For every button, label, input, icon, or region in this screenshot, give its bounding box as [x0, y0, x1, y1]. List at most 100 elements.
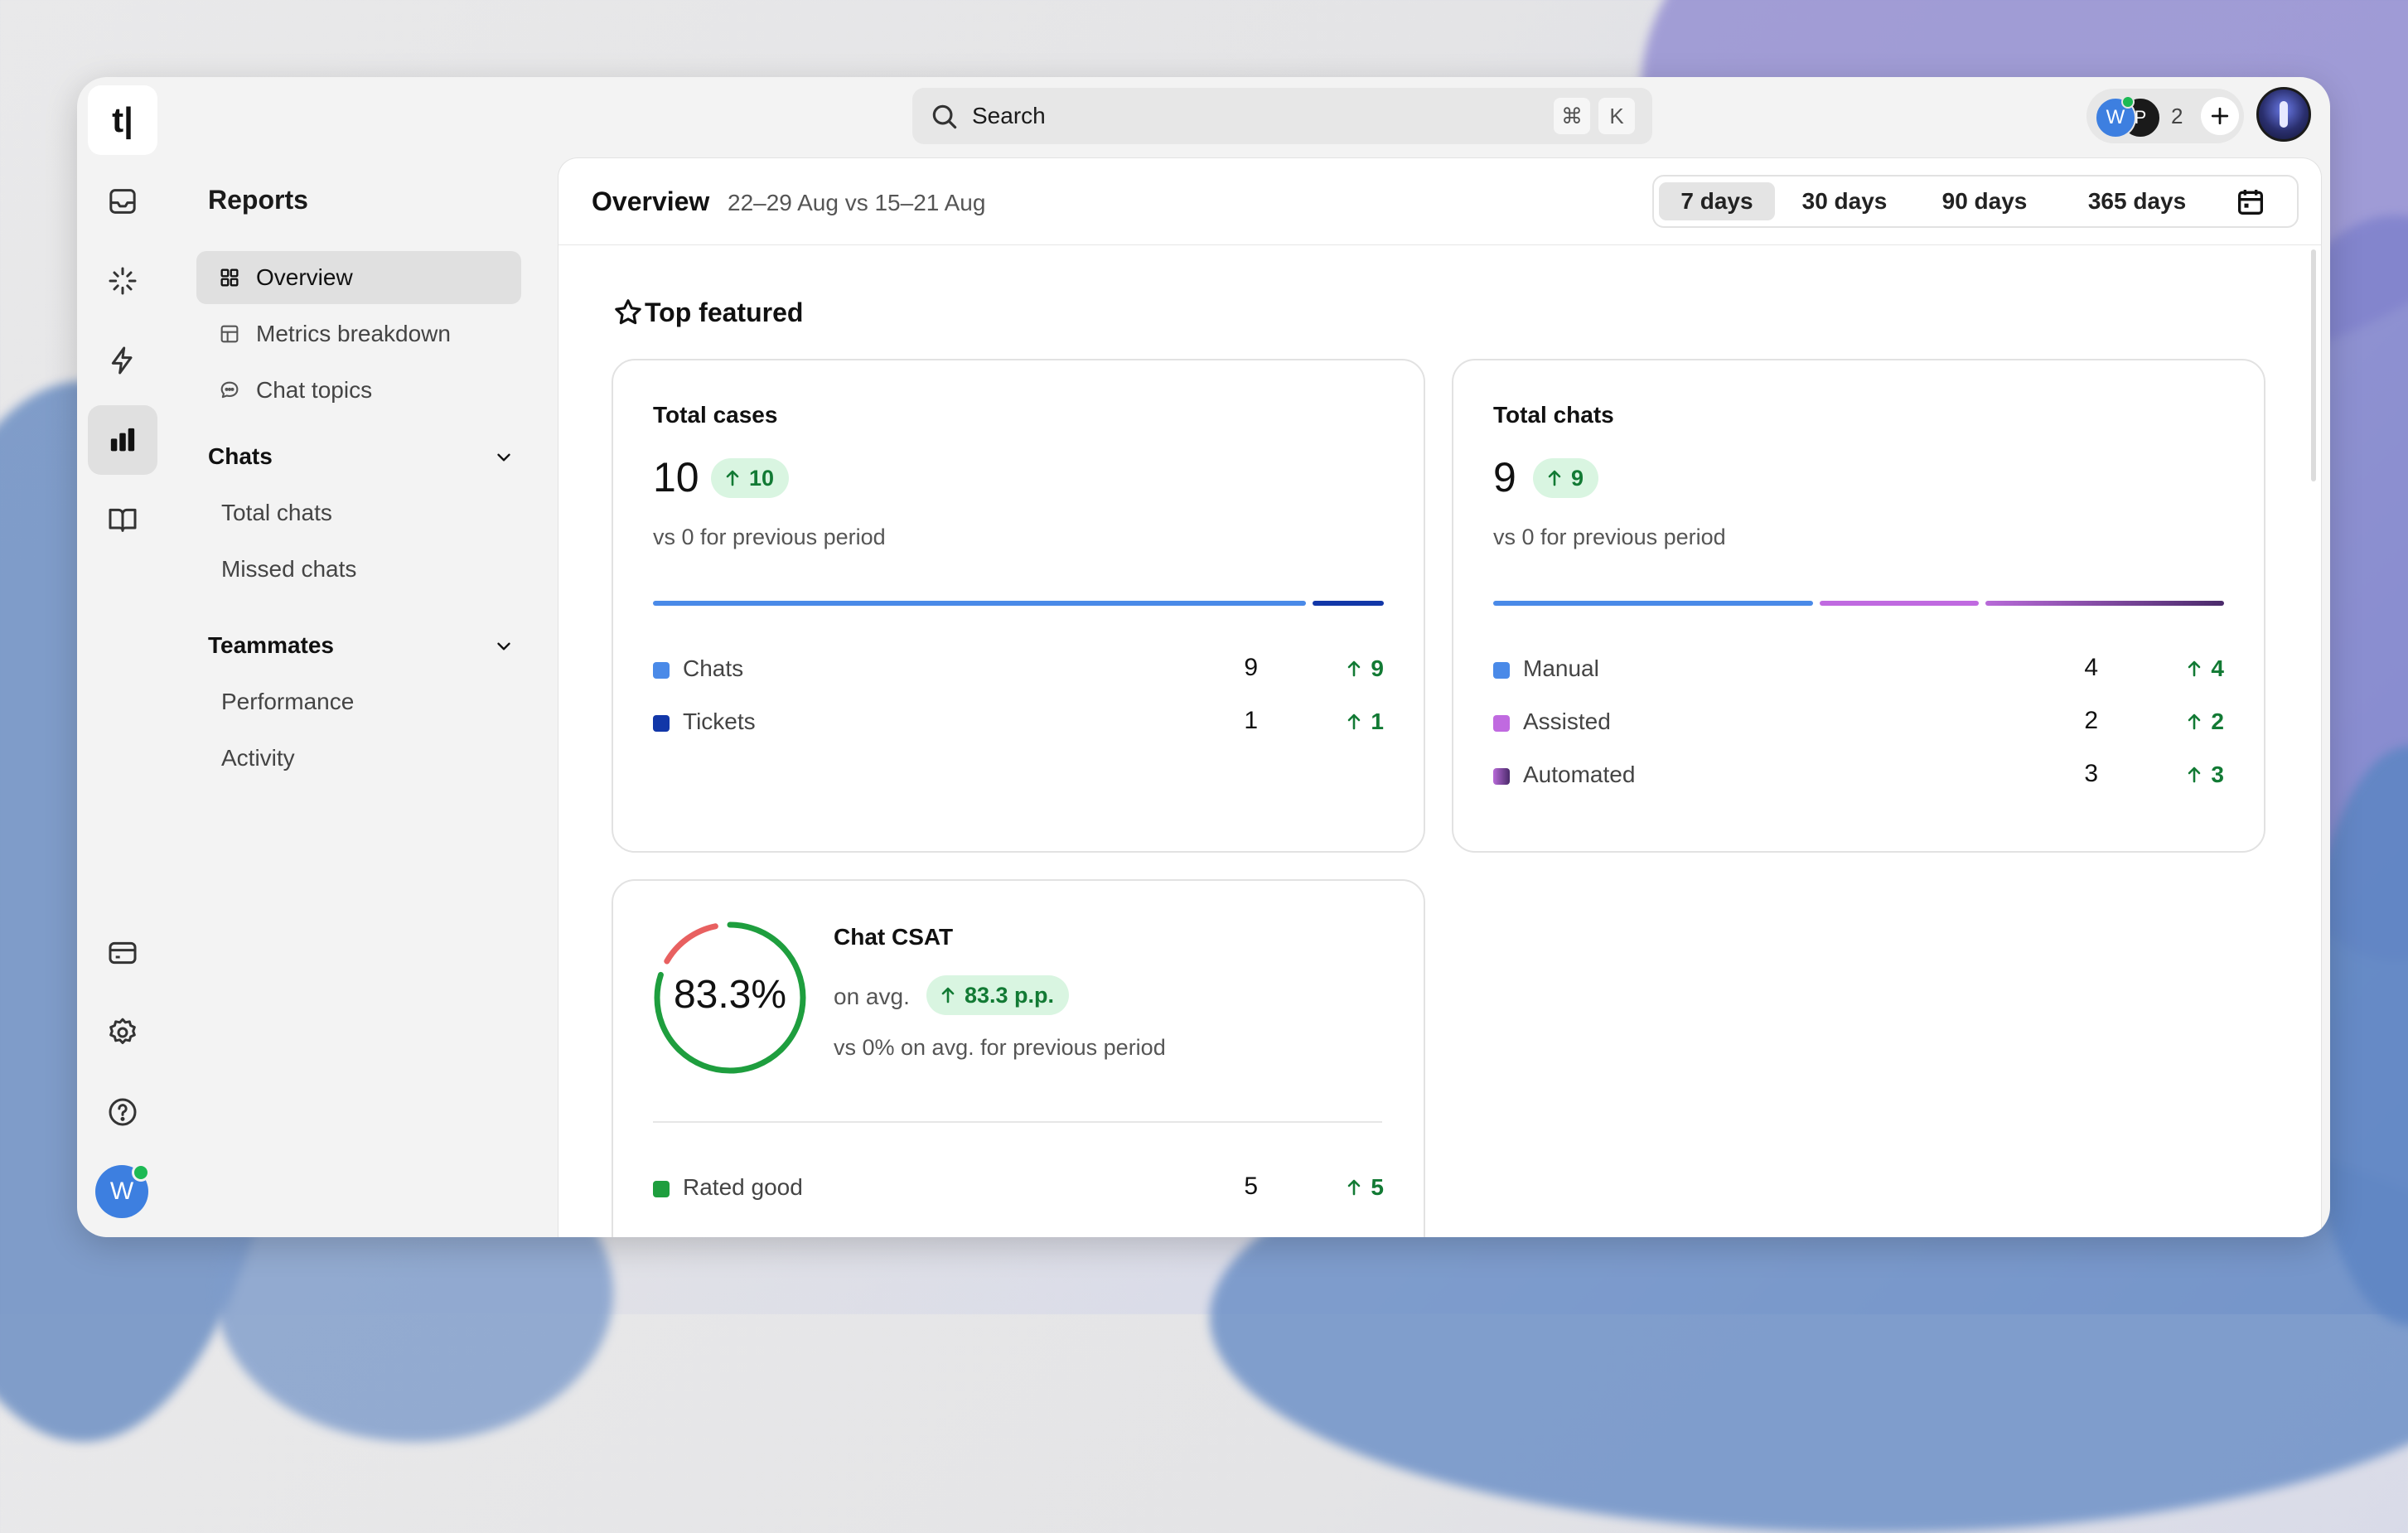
assisted-legend-swatch [1493, 715, 1510, 732]
range-selector: 7 days 30 days 90 days 365 days [1652, 175, 2299, 228]
nav-group-chats[interactable]: Chats [208, 443, 515, 470]
tickets-legend-swatch [653, 715, 670, 732]
chart-icon[interactable] [88, 405, 157, 475]
arrow-up-icon [2188, 713, 2201, 730]
calendar-icon[interactable] [2234, 186, 2267, 219]
presence-group[interactable]: P W 2 [2086, 89, 2244, 143]
row-label: Automated [1523, 762, 1636, 787]
delta-badge: 83.3 p.p. [926, 975, 1070, 1015]
arrow-up-icon [1348, 660, 1361, 677]
presence-online-dot [2121, 95, 2135, 109]
nav-sub-activity[interactable]: Activity [221, 745, 295, 771]
grid-icon [220, 268, 239, 287]
row-delta: 5 [1309, 1174, 1384, 1201]
nav-sub-performance[interactable]: Performance [221, 689, 354, 715]
total-chats-card[interactable]: Total chats 9 9 vs 0 for previous period… [1452, 359, 2265, 853]
automated-share-bar [1985, 601, 2224, 606]
section-title: Top featured [645, 297, 804, 327]
card-subtitle: vs 0 for previous period [653, 525, 886, 549]
settings-icon[interactable] [88, 998, 157, 1067]
table-icon [220, 325, 239, 343]
bolt-icon[interactable] [88, 326, 157, 395]
delta-badge: 10 [711, 458, 790, 498]
automated-legend-swatch [1493, 768, 1510, 785]
online-status-dot [132, 1163, 150, 1182]
row-value: 9 [1244, 654, 1258, 681]
card-subtitle: vs 0% on avg. for previous period [834, 1035, 1166, 1060]
main-panel: Overview 22–29 Aug vs 15–21 Aug 7 days 3… [558, 157, 2322, 1237]
row-delta: 1 [1309, 708, 1384, 735]
delta-badge: 9 [1533, 458, 1599, 498]
nav-item-metrics-breakdown[interactable]: Metrics breakdown [196, 307, 521, 360]
book-icon[interactable] [88, 485, 157, 554]
inbox-icon[interactable] [88, 167, 157, 236]
search-placeholder: Search [972, 103, 1046, 128]
page-title: Overview [592, 186, 710, 216]
presence-count: 2 [2171, 104, 2183, 128]
row-value: 4 [2084, 654, 2098, 681]
row-value: 5 [1244, 1173, 1258, 1200]
range-7-days[interactable]: 7 days [1659, 182, 1775, 220]
csat-percent: 83.3% [673, 973, 787, 1017]
row-value: 1 [1244, 707, 1258, 734]
rated-good-legend-swatch [653, 1181, 670, 1197]
row-value: 3 [2084, 760, 2098, 787]
user-avatar[interactable]: W [95, 1163, 150, 1218]
nav-title: Reports [208, 185, 308, 215]
assisted-share-bar [1820, 601, 1979, 606]
row-label: Assisted [1523, 708, 1611, 734]
chevron-down-icon [497, 453, 510, 462]
app-logo[interactable]: t| [88, 85, 157, 155]
nav-group-label: Teammates [208, 632, 335, 658]
range-90-days[interactable]: 90 days [1914, 182, 2055, 220]
nav-item-overview[interactable]: Overview [196, 251, 521, 304]
nav-item-label: Chat topics [256, 377, 373, 403]
arrow-up-icon [2188, 660, 2201, 677]
total-cases-card[interactable]: Total cases 10 10 vs 0 for previous peri… [612, 359, 1425, 853]
card-title: Total chats [1493, 402, 1614, 428]
row-label: Rated good [683, 1174, 803, 1200]
nav-group-label: Chats [208, 443, 273, 469]
card-subtitle: vs 0 for previous period [1493, 525, 1726, 549]
manual-legend-swatch [1493, 662, 1510, 679]
divider [653, 1121, 1382, 1123]
range-365-days[interactable]: 365 days [2058, 182, 2216, 220]
arrow-up-icon [941, 987, 955, 1003]
scrollbar-thumb[interactable] [2311, 249, 2316, 481]
chats-share-bar [653, 601, 1306, 606]
card-title: Total cases [653, 402, 778, 428]
help-icon[interactable] [88, 1077, 157, 1147]
star-icon [615, 299, 641, 325]
billing-icon[interactable] [88, 918, 157, 988]
sparkle-icon[interactable] [88, 246, 157, 316]
row-delta: 4 [2149, 655, 2224, 682]
plus-icon [2211, 107, 2229, 125]
app-window: t| W Search ⌘ K P W 2 Reports Overview M… [77, 77, 2330, 1237]
presence-avatar-1: W [2095, 95, 2136, 138]
add-button[interactable] [2201, 97, 2239, 135]
arrow-up-icon [1548, 470, 1561, 486]
card-value: 10 [653, 454, 699, 501]
row-delta: 3 [2149, 762, 2224, 788]
nav-item-label: Metrics breakdown [256, 321, 451, 346]
nav-item-label: Overview [256, 264, 353, 290]
shortcut-cmd-key: ⌘ [1554, 98, 1590, 134]
arrow-up-icon [726, 470, 739, 486]
ai-agent-button[interactable] [2256, 87, 2311, 142]
row-label: Chats [683, 655, 744, 681]
range-30-days[interactable]: 30 days [1778, 182, 1911, 220]
arrow-up-icon [1348, 713, 1361, 730]
tickets-share-bar [1313, 601, 1384, 606]
chevron-down-icon [497, 642, 510, 650]
row-delta: 2 [2149, 708, 2224, 735]
shortcut-k-key: K [1598, 98, 1635, 134]
arrow-up-icon [2188, 766, 2201, 783]
nav-sub-missed-chats[interactable]: Missed chats [221, 556, 356, 583]
avatar-initial: W [109, 1178, 134, 1205]
row-label: Tickets [683, 708, 756, 734]
nav-item-chat-topics[interactable]: Chat topics [196, 364, 521, 417]
search-bar[interactable]: Search ⌘ K [912, 88, 1652, 144]
chat-csat-card[interactable]: 83.3% Chat CSAT on avg. 83.3 p.p. vs 0% … [612, 879, 1425, 1237]
nav-group-teammates[interactable]: Teammates [208, 632, 515, 659]
nav-sub-total-chats[interactable]: Total chats [221, 500, 332, 526]
